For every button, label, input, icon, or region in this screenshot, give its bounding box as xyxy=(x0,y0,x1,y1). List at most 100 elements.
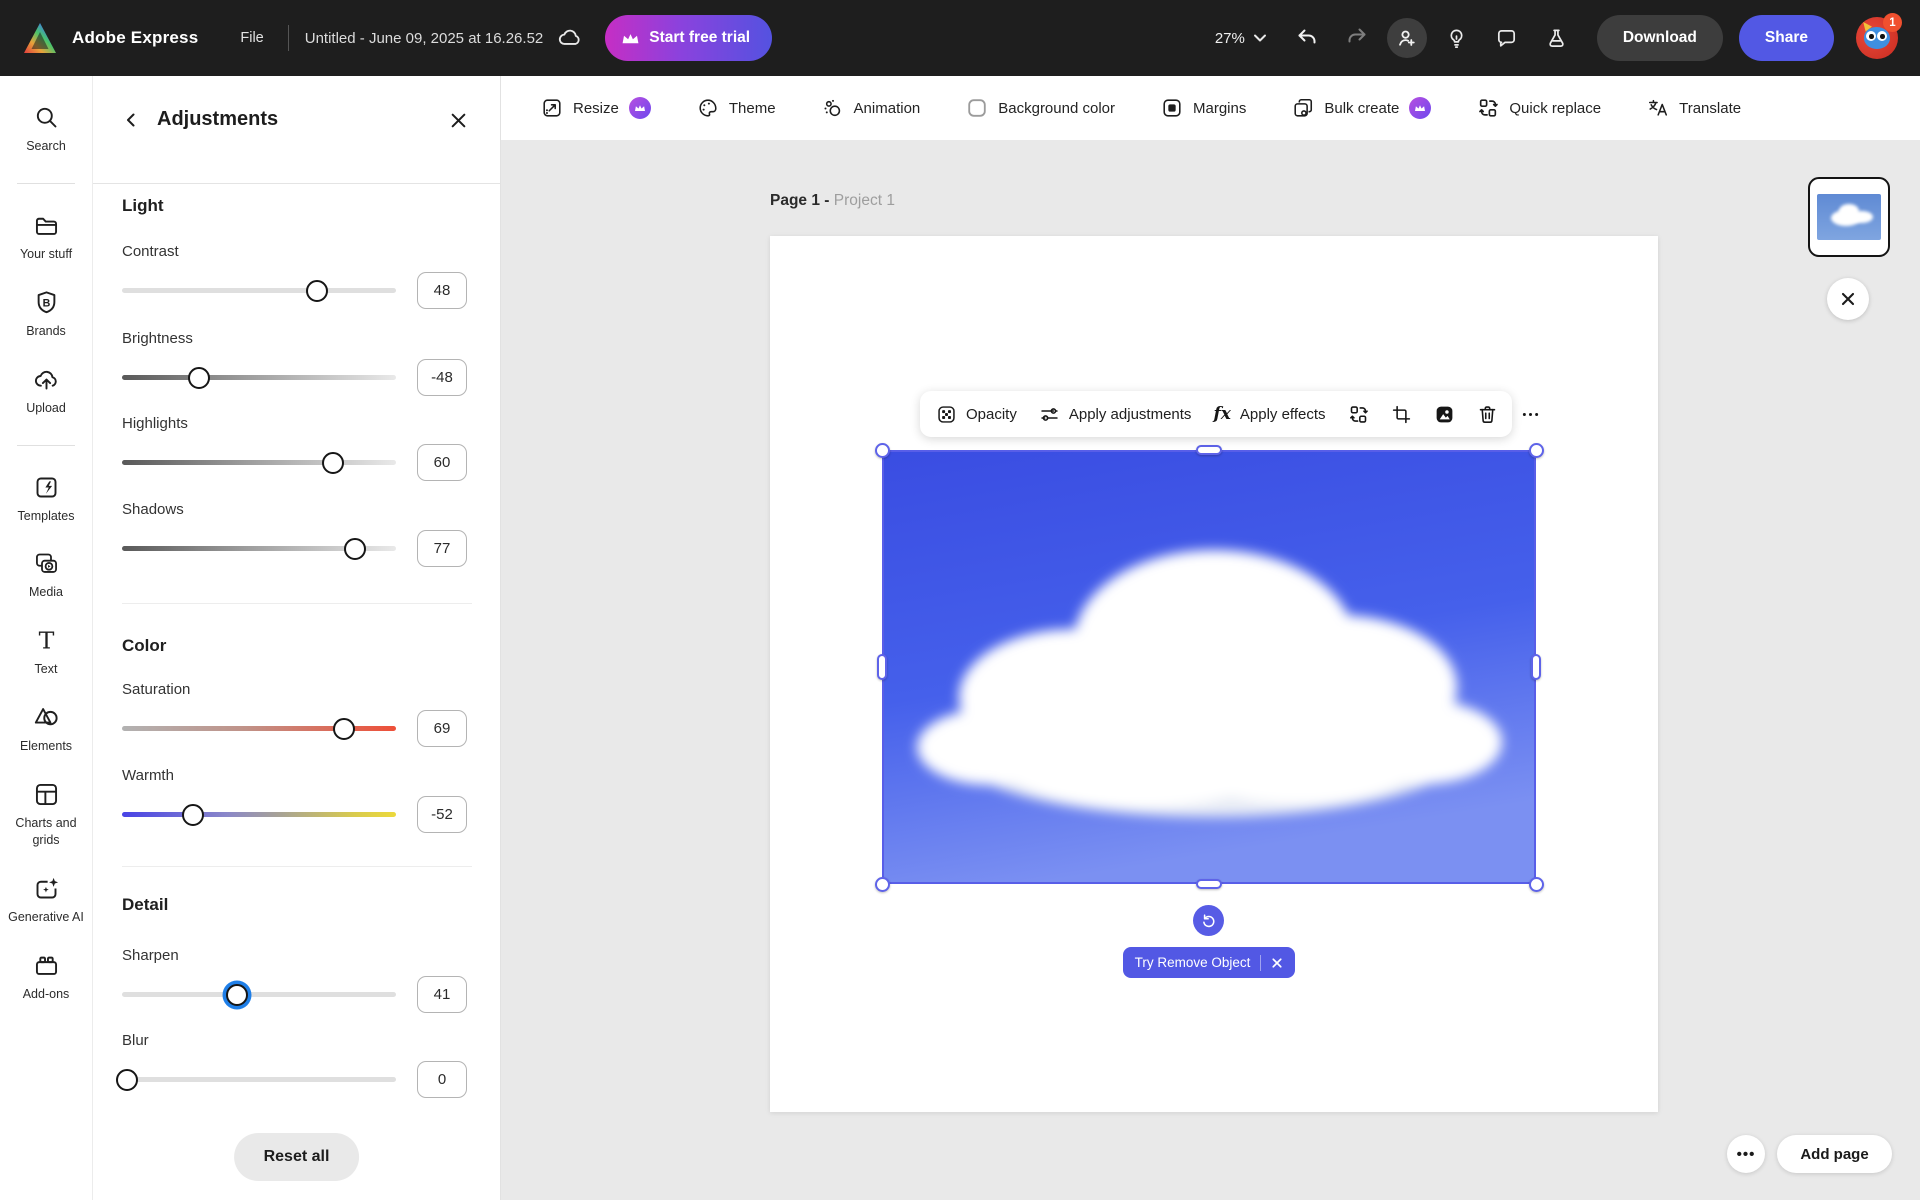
deselect-close-button[interactable] xyxy=(1827,278,1869,320)
apply-adjustments-button[interactable]: Apply adjustments xyxy=(1039,404,1192,425)
comments-button[interactable] xyxy=(1487,18,1527,58)
chevron-left-icon xyxy=(123,112,139,128)
ideas-button[interactable] xyxy=(1437,18,1477,58)
svg-text:T: T xyxy=(38,627,54,654)
contrast-slider[interactable] xyxy=(122,288,396,293)
zoom-control[interactable]: 27% xyxy=(1205,24,1277,53)
page-thumbnail[interactable] xyxy=(1808,177,1890,257)
add-page-button[interactable]: Add page xyxy=(1777,1135,1892,1173)
selected-image[interactable] xyxy=(882,450,1536,884)
crop-button[interactable] xyxy=(1391,404,1412,425)
resize-handle-bottom[interactable] xyxy=(1196,879,1222,889)
toolbar-item-quick-replace[interactable]: Quick replace xyxy=(1477,97,1601,119)
highlights-value-field[interactable]: 60 xyxy=(417,444,467,481)
slider-label: Contrast xyxy=(122,243,179,260)
dismiss-icon[interactable] xyxy=(1271,957,1283,969)
more-options-button[interactable] xyxy=(1520,404,1541,425)
sidebar-label: Upload xyxy=(26,400,66,417)
shadows-slider[interactable] xyxy=(122,546,396,551)
resize-handle-top-left[interactable] xyxy=(875,443,890,458)
toolbar-item-theme[interactable]: Theme xyxy=(697,97,776,119)
image-icon xyxy=(1434,404,1455,425)
slider-handle[interactable] xyxy=(188,367,210,389)
replace-media-button[interactable] xyxy=(1348,404,1369,425)
page-more-options-button[interactable]: ••• xyxy=(1727,1135,1765,1173)
sharpen-value-field[interactable]: 41 xyxy=(417,976,467,1013)
slider-label: Saturation xyxy=(122,681,190,698)
share-button[interactable]: Share xyxy=(1739,15,1834,61)
sidebar-item-your-stuff[interactable]: Your stuff xyxy=(3,212,89,263)
redo-button[interactable] xyxy=(1337,18,1377,58)
premium-crown-badge xyxy=(1409,97,1431,119)
cloud-sync-icon[interactable] xyxy=(557,25,583,51)
slider-row-highlights: Highlights 60 xyxy=(93,415,500,485)
resize-handle-top[interactable] xyxy=(1196,445,1222,455)
reset-all-button[interactable]: Reset all xyxy=(234,1133,360,1181)
slider-handle[interactable] xyxy=(322,452,344,474)
slider-handle[interactable] xyxy=(182,804,204,826)
sidebar-item-media[interactable]: Media xyxy=(3,550,89,601)
avatar-art xyxy=(1877,31,1887,41)
chevron-down-icon xyxy=(1253,33,1267,43)
highlights-slider[interactable] xyxy=(122,460,396,465)
redo-icon xyxy=(1345,26,1369,50)
sidebar-item-templates[interactable]: Templates xyxy=(3,474,89,525)
sidebar-item-upload[interactable]: Upload xyxy=(3,366,89,417)
toolbar-item-background-color[interactable]: Background color xyxy=(966,97,1115,119)
download-button[interactable]: Download xyxy=(1597,15,1723,61)
beta-features-button[interactable] xyxy=(1537,18,1577,58)
brightness-slider[interactable] xyxy=(122,375,396,380)
saturation-slider[interactable] xyxy=(122,726,396,731)
resize-handle-bottom-left[interactable] xyxy=(875,877,890,892)
resize-handle-left[interactable] xyxy=(877,654,887,680)
toolbar-item-margins[interactable]: Margins xyxy=(1161,97,1246,119)
notification-badge: 1 xyxy=(1883,13,1902,32)
translate-icon xyxy=(1647,97,1669,119)
reset-adjustments-button[interactable] xyxy=(1193,905,1224,936)
slider-handle-focused[interactable] xyxy=(226,984,248,1006)
add-collaborator-button[interactable] xyxy=(1387,18,1427,58)
warmth-slider[interactable] xyxy=(122,812,396,817)
shadows-value-field[interactable]: 77 xyxy=(417,530,467,567)
bulk-create-icon xyxy=(1292,97,1314,119)
resize-handle-right[interactable] xyxy=(1531,654,1541,680)
back-button[interactable] xyxy=(115,104,147,136)
start-free-trial-button[interactable]: Start free trial xyxy=(605,15,772,61)
sidebar-item-search[interactable]: Search xyxy=(3,104,89,155)
panel-close-button[interactable] xyxy=(442,104,474,136)
toolbar-item-resize[interactable]: Resize xyxy=(541,97,651,119)
opacity-button[interactable]: Opacity xyxy=(936,404,1017,425)
sharpen-slider[interactable] xyxy=(122,992,396,997)
sidebar-item-text[interactable]: T Text xyxy=(3,627,89,678)
slider-handle[interactable] xyxy=(333,718,355,740)
try-remove-object-button[interactable]: Try Remove Object xyxy=(1123,947,1295,978)
undo-button[interactable] xyxy=(1287,18,1327,58)
toolbar-item-translate[interactable]: Translate xyxy=(1647,97,1741,119)
slider-label: Brightness xyxy=(122,330,193,347)
slider-handle[interactable] xyxy=(116,1069,138,1091)
blur-slider[interactable] xyxy=(122,1077,396,1082)
toolbar-item-animation[interactable]: Animation xyxy=(822,97,921,119)
app-name: Adobe Express xyxy=(72,28,198,48)
document-title[interactable]: Untitled - June 09, 2025 at 16.26.52 xyxy=(305,30,544,47)
sidebar-item-generative-ai[interactable]: Generative AI xyxy=(3,875,89,926)
delete-button[interactable] xyxy=(1477,404,1498,425)
apply-effects-button[interactable]: fx Apply effects xyxy=(1213,404,1325,424)
sidebar-item-brands[interactable]: B Brands xyxy=(3,289,89,340)
saturation-value-field[interactable]: 69 xyxy=(417,710,467,747)
toolbar-item-bulk-create[interactable]: Bulk create xyxy=(1292,97,1431,119)
resize-handle-top-right[interactable] xyxy=(1529,443,1544,458)
resize-handle-bottom-right[interactable] xyxy=(1529,877,1544,892)
sidebar-item-charts-and-grids[interactable]: Charts and grids xyxy=(3,781,89,849)
brightness-value-field[interactable]: -48 xyxy=(417,359,467,396)
slider-handle[interactable] xyxy=(306,280,328,302)
slider-handle[interactable] xyxy=(344,538,366,560)
account-avatar[interactable]: 1 xyxy=(1856,17,1898,59)
blur-value-field[interactable]: 0 xyxy=(417,1061,467,1098)
contrast-value-field[interactable]: 48 xyxy=(417,272,467,309)
warmth-value-field[interactable]: -52 xyxy=(417,796,467,833)
sidebar-item-elements[interactable]: Elements xyxy=(3,704,89,755)
file-menu[interactable]: File xyxy=(232,24,271,52)
sidebar-item-add-ons[interactable]: Add-ons xyxy=(3,952,89,1003)
image-options-button[interactable] xyxy=(1434,404,1455,425)
